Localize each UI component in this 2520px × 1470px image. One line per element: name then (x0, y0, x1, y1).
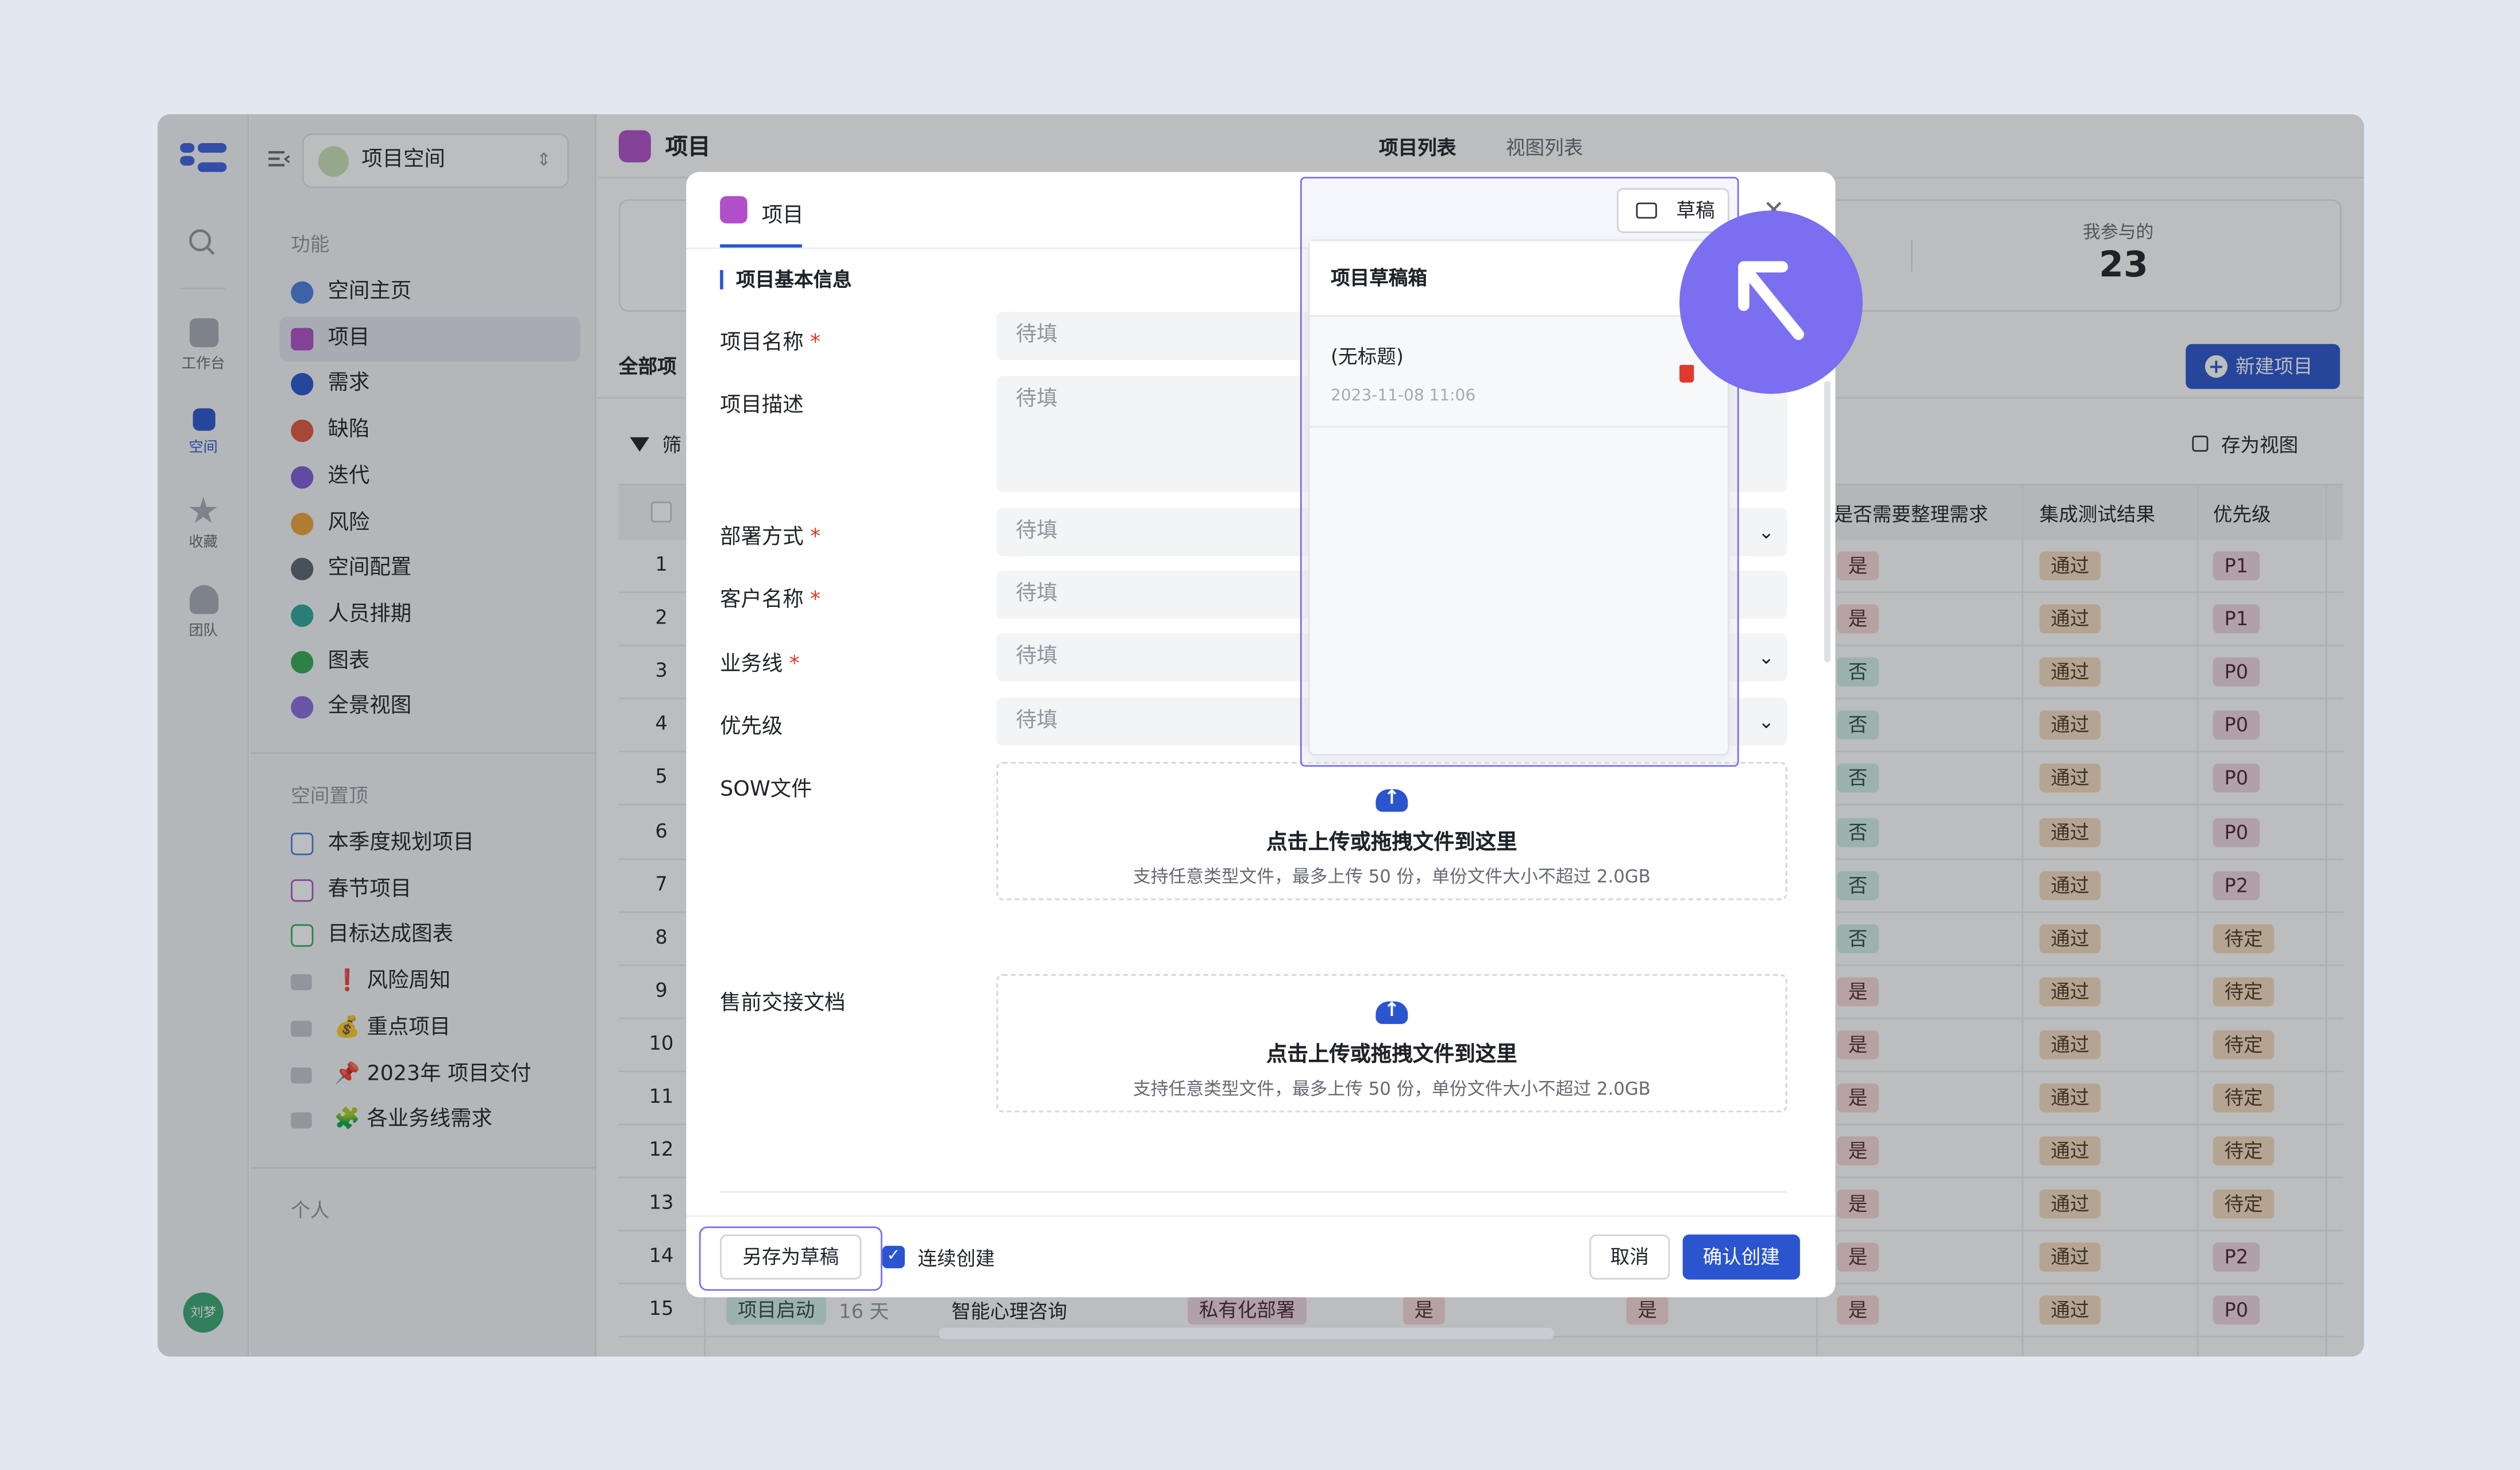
drafts-button-label: 草稿 (1676, 199, 1715, 222)
chevron-down-icon: ⌄ (1758, 710, 1775, 733)
save-as-draft-button[interactable]: 另存为草稿 (720, 1234, 862, 1280)
draft-item[interactable]: (无标题) 2023-11-08 11:06 (1309, 318, 1728, 428)
table-horizontal-scrollbar[interactable] (938, 1327, 1554, 1340)
presale-upload-dropzone[interactable]: 点击上传或拖拽文件到这里 支持任意类型文件，最多上传 50 份，单份文件大小不超… (996, 974, 1787, 1113)
drafts-title: 项目草稿箱 (1309, 241, 1728, 317)
drafts-popover: 项目草稿箱 (无标题) 2023-11-08 11:06 (1308, 239, 1729, 756)
placeholder: 待填 (1015, 519, 1058, 544)
upload-cloud-icon (1375, 786, 1408, 812)
field-label-presale: 售前交接文档 (720, 991, 846, 1016)
project-icon (720, 196, 747, 224)
chevron-down-icon: ⌄ (1758, 646, 1775, 669)
continue-create-label: 连续创建 (918, 1247, 995, 1270)
continue-create-checkbox[interactable]: ✓ (882, 1245, 905, 1268)
cursor-indicator (1679, 210, 1863, 394)
field-label-customer: 客户名称 * (720, 588, 821, 613)
field-label-sow: SOW文件 (720, 778, 812, 802)
modal-scrollbar[interactable] (1824, 380, 1831, 663)
inbox-icon (1636, 202, 1657, 219)
confirm-create-button[interactable]: 确认创建 (1682, 1234, 1800, 1280)
field-label-priority: 优先级 (720, 715, 783, 740)
upload-hint: 支持任意类型文件，最多上传 50 份，单份文件大小不超过 2.0GB (1132, 1078, 1651, 1100)
drafts-button[interactable]: 草稿 (1616, 188, 1729, 233)
section-basic-info: 项目基本信息 (720, 270, 852, 290)
placeholder: 待填 (1015, 644, 1058, 669)
field-label-bizline: 业务线 * (720, 652, 800, 677)
cancel-button[interactable]: 取消 (1589, 1234, 1670, 1280)
field-label-desc: 项目描述 (720, 394, 804, 418)
upload-title: 点击上传或拖拽文件到这里 (1266, 831, 1517, 856)
placeholder: 待填 (1015, 323, 1058, 348)
draft-item-title: (无标题) (1331, 345, 1404, 368)
placeholder: 待填 (1015, 387, 1058, 412)
trash-icon[interactable] (1679, 364, 1694, 383)
field-label-name: 项目名称 * (720, 331, 821, 356)
placeholder: 待填 (1015, 709, 1058, 733)
sow-upload-dropzone[interactable]: 点击上传或拖拽文件到这里 支持任意类型文件，最多上传 50 份，单份文件大小不超… (996, 761, 1787, 901)
placeholder: 待填 (1015, 582, 1058, 606)
upload-hint: 支持任意类型文件，最多上传 50 份，单份文件大小不超过 2.0GB (1132, 866, 1651, 888)
modal-tab-project[interactable]: 项目 (762, 198, 804, 228)
upload-title: 点击上传或拖拽文件到这里 (1266, 1043, 1517, 1068)
upload-cloud-icon (1375, 998, 1408, 1024)
chevron-down-icon: ⌄ (1758, 521, 1775, 544)
modal-footer: 另存为草稿 ✓ 连续创建 取消 确认创建 (686, 1215, 1836, 1298)
draft-item-date: 2023-11-08 11:06 (1331, 387, 1476, 405)
field-label-deploy: 部署方式 * (720, 525, 821, 550)
pointer-arrow-icon (1738, 261, 1804, 340)
